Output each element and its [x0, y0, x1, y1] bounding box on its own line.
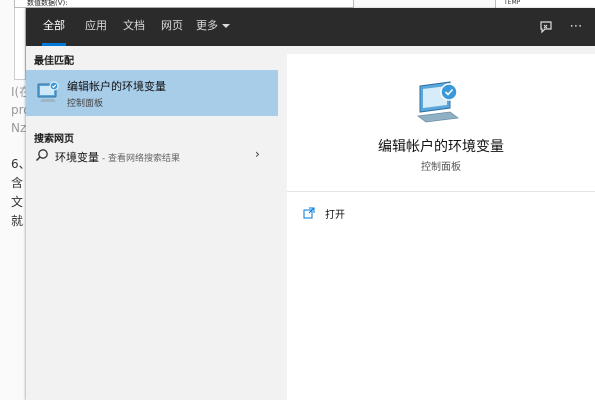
tab-web[interactable]: 网页: [154, 8, 190, 46]
tab-label: 网页: [161, 19, 183, 32]
best-match-result[interactable]: 编辑帐户的环境变量 控制面板: [26, 70, 278, 116]
chevron-right-icon[interactable]: ›: [255, 147, 260, 161]
web-search-label: 环境变量 - 查看网络搜索结果: [55, 149, 180, 165]
search-flyout: 全部 应用 文档 网页 更多 ⋯ 最佳匹配 编辑帐户的环境变量 控制面板 搜索网…: [26, 8, 595, 400]
background-dialog-list: TEMP: [495, 0, 595, 8]
detail-pane: 编辑帐户的环境变量 控制面板 打开: [287, 54, 595, 400]
search-icon: [35, 149, 48, 162]
divider: [287, 191, 595, 192]
best-match-title: 编辑帐户的环境变量: [67, 80, 166, 93]
background-text-line: 就: [11, 214, 24, 228]
open-label: 打开: [325, 210, 345, 221]
tab-label: 全部: [43, 19, 65, 32]
tab-label: 更多: [196, 19, 218, 32]
tab-apps[interactable]: 应用: [78, 8, 114, 46]
detail-subtitle: 控制面板: [421, 162, 461, 173]
tab-documents[interactable]: 文档: [116, 8, 152, 46]
best-match-heading: 最佳匹配: [34, 56, 74, 67]
feedback-icon[interactable]: [536, 17, 556, 37]
background-text-line: 含: [11, 176, 24, 190]
best-match-subtitle: 控制面板: [67, 99, 104, 109]
control-panel-monitor-icon: [416, 81, 460, 123]
background-text-line: Nz: [11, 121, 27, 135]
chevron-down-icon: [222, 24, 230, 28]
web-search-query: 环境变量: [55, 151, 99, 164]
tab-label: 应用: [85, 19, 107, 32]
tab-all[interactable]: 全部: [34, 8, 74, 46]
tab-more[interactable]: 更多: [192, 8, 234, 46]
control-panel-monitor-icon: [37, 81, 59, 102]
web-search-result[interactable]: 环境变量 - 查看网络搜索结果 ›: [26, 144, 278, 168]
more-options-icon[interactable]: ⋯: [566, 17, 586, 37]
results-pane: 最佳匹配 编辑帐户的环境变量 控制面板 搜索网页 环境变量 - 查看网络搜索结果…: [26, 46, 278, 400]
background-text-line: 文: [11, 195, 24, 209]
open-icon: [303, 207, 315, 219]
background-dialog-field: 数值数据(V):: [14, 0, 354, 8]
web-search-hint: - 查看网络搜索结果: [99, 154, 180, 164]
detail-title: 编辑帐户的环境变量: [378, 139, 504, 155]
open-button[interactable]: 打开: [303, 204, 423, 224]
search-scope-bar: 全部 应用 文档 网页 更多 ⋯: [26, 8, 595, 46]
background-dialog-frame: [14, 8, 26, 80]
web-search-heading: 搜索网页: [34, 134, 74, 145]
tab-label: 文档: [123, 19, 145, 32]
